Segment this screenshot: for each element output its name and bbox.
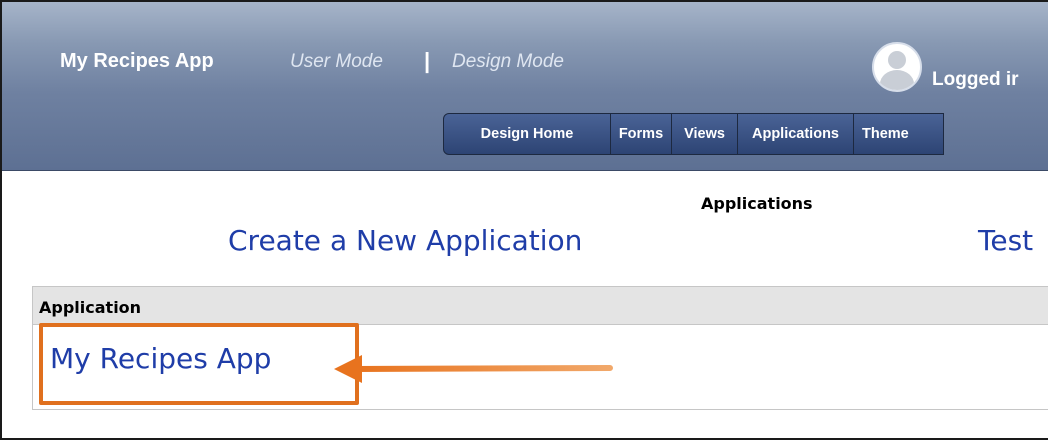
tab-applications[interactable]: Applications (738, 113, 854, 155)
create-new-application-link[interactable]: Create a New Application (228, 224, 582, 257)
tab-theme[interactable]: Theme (854, 113, 944, 155)
annotation-highlight-box (39, 323, 359, 405)
avatar-head-shape (888, 51, 906, 69)
page-title: Applications (701, 194, 813, 213)
tab-design-home[interactable]: Design Home (443, 113, 611, 155)
tab-views[interactable]: Views (672, 113, 738, 155)
design-mode-link[interactable]: Design Mode (452, 51, 564, 73)
logged-in-label: Logged ir (932, 69, 1019, 90)
user-mode-link[interactable]: User Mode (290, 51, 383, 73)
arrow-left-icon (334, 355, 613, 383)
mode-separator: | (424, 48, 431, 73)
tab-forms[interactable]: Forms (611, 113, 672, 155)
test-link[interactable]: Test (978, 224, 1033, 257)
design-tabs: Design Home Forms Views Applications The… (443, 113, 944, 155)
app-window: My Recipes App User Mode | Design Mode L… (0, 0, 1048, 440)
app-name: My Recipes App (60, 50, 214, 72)
user-avatar-icon[interactable] (872, 42, 922, 92)
avatar-body-shape (880, 70, 914, 90)
table-header-application: Application (33, 287, 1048, 325)
